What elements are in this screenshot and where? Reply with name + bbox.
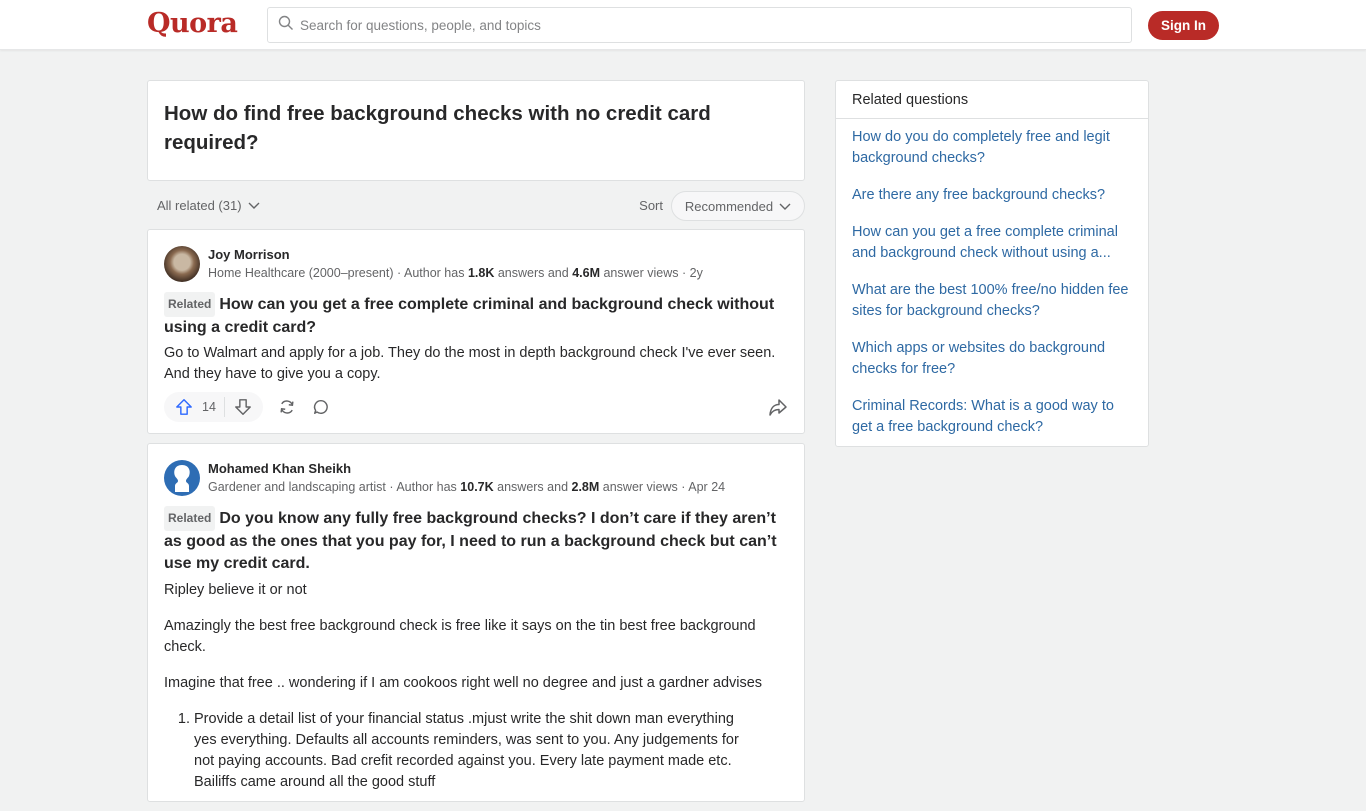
related-question-link[interactable]: How do you do completely free and legit … bbox=[852, 127, 1132, 169]
avatar[interactable] bbox=[164, 460, 200, 496]
sign-in-button[interactable]: Sign In bbox=[1148, 11, 1219, 40]
search-input[interactable] bbox=[300, 17, 1100, 33]
downvote-icon[interactable] bbox=[233, 397, 253, 417]
quora-logo[interactable]: Quora bbox=[147, 8, 238, 39]
answer-paragraph: Ripley believe it or not bbox=[164, 581, 307, 598]
answer-list: Provide a detail list of your financial … bbox=[164, 709, 788, 793]
all-related-label: All related (31) bbox=[157, 198, 242, 213]
author-credential: Gardener and landscaping artist · Author… bbox=[208, 478, 725, 497]
answer-actions: 14 bbox=[164, 389, 788, 425]
share-icon[interactable] bbox=[768, 397, 788, 417]
related-question[interactable]: Related How can you get a free complete c… bbox=[164, 292, 788, 339]
answer-time[interactable]: Apr 24 bbox=[688, 480, 725, 494]
related-question-link[interactable]: Which apps or websites do background che… bbox=[852, 338, 1132, 380]
separator: · bbox=[681, 479, 686, 494]
author-credential: Home Healthcare (2000–present) · Author … bbox=[208, 264, 703, 283]
sort-label: Sort bbox=[639, 198, 663, 213]
question-card: How do find free background checks with … bbox=[147, 80, 805, 181]
related-question-link[interactable]: Criminal Records: What is a good way to … bbox=[852, 396, 1132, 438]
related-questions-title: Related questions bbox=[836, 81, 1148, 119]
answers-and-label: answers and bbox=[497, 479, 569, 494]
answers-and-label: answers and bbox=[497, 265, 569, 280]
author-has-label: Author has bbox=[396, 479, 457, 494]
answer-header: Joy Morrison Home Healthcare (2000–prese… bbox=[164, 245, 788, 283]
answer-list-item: Provide a detail list of your financial … bbox=[194, 709, 788, 793]
related-tag: Related bbox=[164, 506, 216, 531]
separator: · bbox=[681, 265, 687, 280]
share-reshare-icon[interactable] bbox=[277, 397, 297, 417]
all-related-dropdown[interactable]: All related (31) bbox=[157, 198, 260, 213]
sort-value: Recommended bbox=[684, 198, 774, 214]
answer-time[interactable]: 2y bbox=[690, 266, 703, 280]
credential-text: Gardener and landscaping artist bbox=[208, 479, 386, 494]
author-has-label: Author has bbox=[403, 265, 465, 280]
answer-text: Ripley believe it or not Amazingly the b… bbox=[164, 580, 788, 793]
views-count: 4.6M bbox=[572, 265, 600, 280]
author-name[interactable]: Joy Morrison bbox=[208, 246, 703, 264]
top-bar: Quora Sign In bbox=[0, 0, 1366, 50]
chevron-down-icon bbox=[248, 198, 260, 213]
answer-text: Go to Walmart and apply for a job. They … bbox=[164, 343, 788, 385]
answer-views-label: answer views bbox=[602, 479, 678, 494]
question-title: How do find free background checks with … bbox=[164, 102, 711, 154]
related-question-link[interactable]: How can you get a free complete criminal… bbox=[852, 222, 1132, 264]
related-question-text[interactable]: Do you know any fully free background ch… bbox=[164, 510, 777, 572]
vote-pill: 14 bbox=[164, 392, 263, 422]
search-box[interactable] bbox=[267, 7, 1132, 43]
answer-card: Mohamed Khan Sheikh Gardener and landsca… bbox=[147, 443, 805, 802]
chevron-down-icon bbox=[779, 199, 791, 214]
related-questions-list: How do you do completely free and legit … bbox=[836, 119, 1148, 446]
sort-dropdown[interactable]: Recommended bbox=[671, 191, 805, 221]
comment-icon[interactable] bbox=[311, 397, 331, 417]
credential-text: Home Healthcare (2000–present) bbox=[208, 265, 394, 280]
related-questions-panel: Related questions How do you do complete… bbox=[835, 80, 1149, 447]
separator: · bbox=[397, 265, 402, 280]
related-question[interactable]: Related Do you know any fully free backgr… bbox=[164, 506, 788, 576]
upvote-icon[interactable] bbox=[174, 397, 194, 417]
upvote-count: 14 bbox=[202, 400, 216, 414]
answer-paragraph: Go to Walmart and apply for a job. They … bbox=[164, 345, 776, 382]
related-question-text[interactable]: How can you get a free complete criminal… bbox=[164, 296, 774, 336]
separator: · bbox=[389, 479, 394, 494]
related-question-link[interactable]: What are the best 100% free/no hidden fe… bbox=[852, 280, 1132, 322]
avatar[interactable] bbox=[164, 246, 200, 282]
answer-paragraph: Imagine that free .. wondering if I am c… bbox=[164, 674, 763, 691]
filter-bar: All related (31) Sort Recommended bbox=[147, 181, 805, 229]
views-count: 2.8M bbox=[571, 479, 600, 494]
related-question-link[interactable]: Are there any free background checks? bbox=[852, 185, 1132, 206]
author-name[interactable]: Mohamed Khan Sheikh bbox=[208, 460, 725, 478]
answers-count: 1.8K bbox=[467, 265, 495, 280]
answer-card: Joy Morrison Home Healthcare (2000–prese… bbox=[147, 229, 805, 434]
answer-header: Mohamed Khan Sheikh Gardener and landsca… bbox=[164, 459, 788, 497]
search-icon bbox=[278, 15, 294, 36]
answer-views-label: answer views bbox=[603, 265, 679, 280]
answer-paragraph: Amazingly the best free background check… bbox=[164, 617, 756, 655]
vote-divider bbox=[223, 397, 225, 417]
main-column: How do find free background checks with … bbox=[147, 80, 805, 811]
related-tag: Related bbox=[164, 292, 216, 317]
answers-count: 10.7K bbox=[460, 479, 494, 494]
